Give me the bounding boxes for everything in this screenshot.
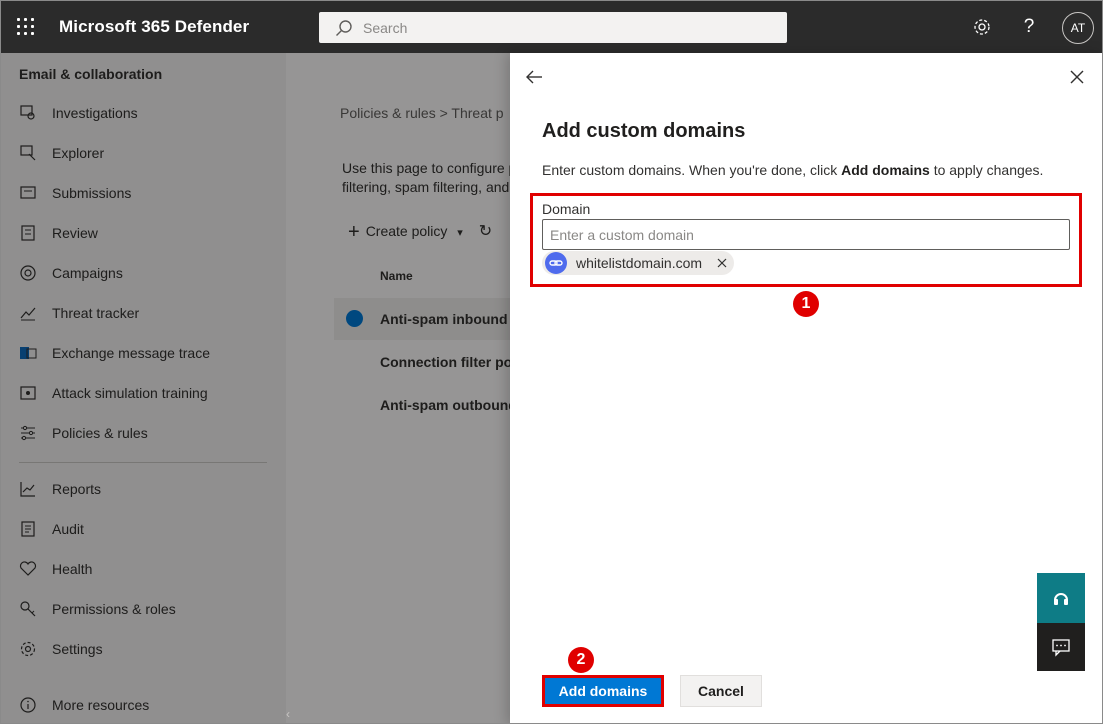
- annotation-badge-1: 1: [793, 291, 819, 317]
- domain-input[interactable]: [542, 219, 1070, 250]
- waffle-icon[interactable]: [15, 16, 37, 38]
- remove-chip-icon[interactable]: [714, 255, 730, 271]
- feedback-button[interactable]: [1037, 623, 1085, 671]
- chat-icon: [1052, 639, 1070, 657]
- link-icon: [545, 252, 567, 274]
- desc-suffix: to apply changes.: [929, 162, 1044, 178]
- panel-description: Enter custom domains. When you're done, …: [542, 162, 1043, 178]
- add-custom-domains-panel: Add custom domains Enter custom domains.…: [510, 53, 1102, 723]
- top-bar: Microsoft 365 Defender Search ? AT: [1, 1, 1102, 53]
- help-icon[interactable]: ?: [1017, 15, 1041, 39]
- domain-field-label: Domain: [542, 201, 591, 217]
- search-box[interactable]: Search: [319, 12, 787, 43]
- search-placeholder: Search: [363, 20, 408, 36]
- cancel-button[interactable]: Cancel: [680, 675, 762, 707]
- domain-chip: whitelistdomain.com: [542, 251, 734, 275]
- desc-bold: Add domains: [841, 162, 930, 178]
- search-icon: [336, 20, 352, 36]
- chevron-left-icon[interactable]: ‹: [286, 707, 290, 721]
- help-support-button[interactable]: [1037, 573, 1085, 623]
- close-icon[interactable]: [1068, 68, 1086, 86]
- add-domains-button[interactable]: Add domains: [542, 675, 664, 707]
- chip-label: whitelistdomain.com: [576, 255, 703, 271]
- gear-icon[interactable]: [970, 15, 994, 39]
- avatar[interactable]: AT: [1062, 12, 1094, 44]
- desc-prefix: Enter custom domains. When you're done, …: [542, 162, 842, 178]
- back-arrow-icon[interactable]: [524, 67, 544, 87]
- app-window: Microsoft 365 Defender Search ? AT Email…: [0, 0, 1103, 724]
- headset-icon: [1054, 593, 1068, 605]
- panel-title: Add custom domains: [542, 120, 746, 142]
- app-title: Microsoft 365 Defender: [59, 17, 250, 36]
- annotation-badge-2: 2: [568, 647, 594, 673]
- modal-overlay[interactable]: [1, 53, 510, 723]
